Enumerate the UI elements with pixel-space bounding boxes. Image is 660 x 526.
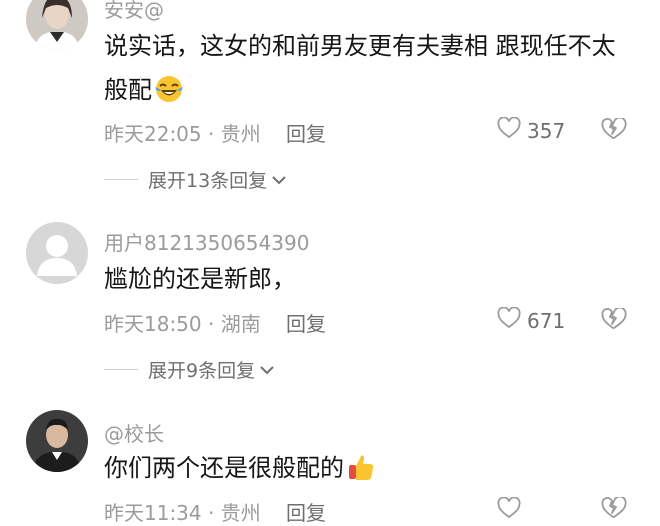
heart-icon [497,496,521,524]
comment-username[interactable]: @校长 [104,418,164,447]
comment-text: 尴尬的还是新郎， [104,257,624,301]
expand-replies-button[interactable]: 展开13条回复 [104,166,287,193]
broken-heart-icon [601,116,627,144]
comment-meta: 昨天22:05 · 贵州 [104,122,261,146]
avatar[interactable] [26,222,88,284]
avatar[interactable] [26,410,88,472]
comment-location: 贵州 [220,501,261,525]
expand-replies-label: 展开13条回复 [148,170,268,192]
comment-location: 贵州 [220,122,261,146]
comment-time: 昨天22:05 [104,122,202,146]
divider-line [104,369,138,370]
dislike-button[interactable] [601,116,627,144]
like-button[interactable]: 671 [497,306,566,334]
like-button[interactable] [497,496,521,524]
comment-time: 昨天11:34 [104,501,202,525]
reply-button[interactable]: 回复 [286,497,326,526]
comment-username[interactable]: 用户8121350654390 [104,227,309,256]
like-count: 357 [527,118,566,143]
divider-line [104,179,138,180]
broken-heart-icon [601,306,627,334]
thumbs-up-emoji [346,452,376,496]
reply-button[interactable]: 回复 [286,118,326,147]
comment-time: 昨天18:50 [104,312,202,336]
heart-icon [497,116,521,144]
expand-replies-label: 展开9条回复 [148,360,256,382]
comment-text-content: 你们两个还是很般配的 [104,454,344,482]
comment-location: 湖南 [220,312,261,336]
comment-text: 说实话，这女的和前男友更有夫妻相 跟现任不太般配 [104,24,624,118]
chevron-down-icon [259,359,275,381]
like-count: 671 [527,308,566,333]
heart-icon [497,306,521,334]
comment-meta: 昨天18:50 · 湖南 [104,312,261,336]
comment-meta: 昨天11:34 · 贵州 [104,501,261,525]
chevron-down-icon [271,169,287,191]
expand-replies-button[interactable]: 展开9条回复 [104,356,275,383]
comment-text: 你们两个还是很般配的 [104,446,624,496]
dislike-button[interactable] [601,306,627,334]
comment-text-content: 尴尬的还是新郎， [104,265,296,293]
avatar[interactable] [26,0,88,50]
broken-heart-icon [601,495,627,523]
comment-username[interactable]: 安安@ [104,0,164,23]
laughing-crying-emoji [154,74,184,118]
reply-button[interactable]: 回复 [286,308,326,337]
like-button[interactable]: 357 [497,116,566,144]
